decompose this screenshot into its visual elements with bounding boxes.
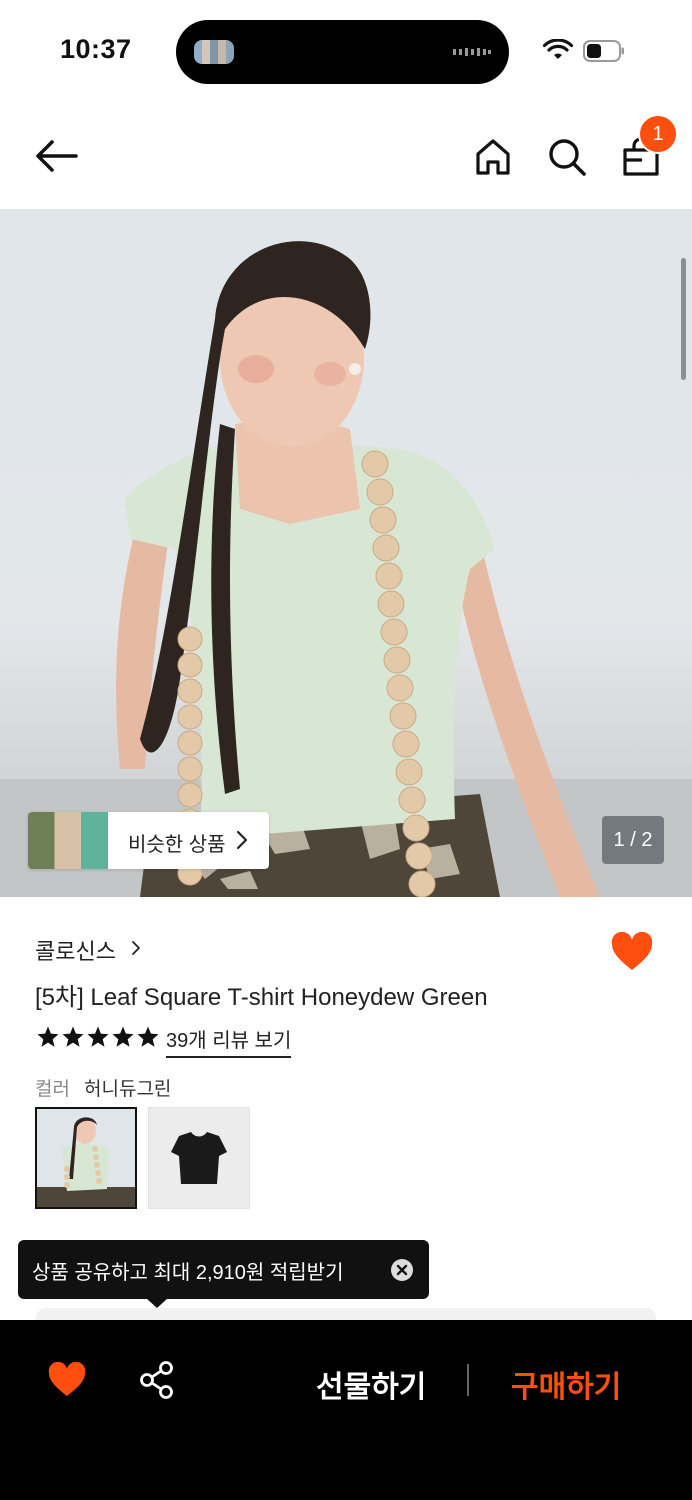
product-image[interactable] — [0, 209, 692, 897]
black-tshirt-image — [171, 1132, 227, 1184]
chevron-right-icon[interactable] — [131, 940, 141, 956]
back-arrow-icon[interactable] — [32, 136, 80, 176]
wifi-icon — [543, 39, 573, 59]
dynamic-island — [176, 20, 509, 84]
cart-count-badge[interactable]: 1 — [638, 114, 678, 154]
now-playing-thumbnail — [194, 40, 234, 64]
star-icon — [62, 1026, 84, 1047]
battery-icon — [583, 40, 624, 62]
tooltip-pointer — [146, 1298, 168, 1308]
color-option-black[interactable] — [148, 1107, 250, 1209]
search-icon[interactable] — [546, 136, 588, 178]
model-photo — [0, 241, 692, 897]
similar-products-label: 비슷한 상품 — [128, 834, 226, 856]
divider — [467, 1364, 469, 1396]
image-scrollbar[interactable] — [681, 258, 686, 380]
star-icon — [37, 1026, 59, 1047]
home-icon[interactable] — [472, 136, 514, 178]
share-reward-tooltip[interactable]: 상품 공유하고 최대 2,910원 적립받기 — [18, 1240, 429, 1299]
star-icon — [137, 1026, 159, 1047]
color-option-honeydew-green[interactable] — [35, 1107, 137, 1209]
star-icon — [87, 1026, 109, 1047]
rating-stars — [36, 1025, 160, 1049]
status-time: 10:37 — [60, 34, 132, 64]
buy-button[interactable]: 구매하기 — [511, 1362, 621, 1406]
tooltip-text: 상품 공유하고 최대 2,910원 적립받기 — [32, 1262, 344, 1284]
chevron-right-icon — [236, 830, 248, 850]
share-icon[interactable] — [138, 1360, 176, 1400]
color-value: 허니듀그린 — [84, 1079, 172, 1100]
wishlist-heart-icon[interactable] — [47, 1362, 87, 1398]
brand-name[interactable]: 콜로신스 — [35, 934, 116, 966]
image-page-indicator: 1 / 2 — [602, 816, 664, 864]
audio-wave-icon — [453, 48, 491, 56]
view-reviews-link[interactable]: 39개 리뷰 보기 — [166, 1024, 292, 1058]
product-title: [5차] Leaf Square T-shirt Honeydew Green — [35, 984, 488, 1011]
bottom-action-bar — [0, 1320, 692, 1500]
similar-products-button[interactable]: 비슷한 상품 — [28, 812, 269, 869]
similar-products-thumbnail — [28, 812, 108, 869]
star-icon — [112, 1026, 134, 1047]
wishlist-heart-icon[interactable] — [610, 932, 654, 972]
gift-button[interactable]: 선물하기 — [316, 1362, 426, 1406]
swatch-model-image — [37, 1117, 135, 1207]
color-label: 컬러 — [35, 1079, 70, 1100]
close-icon[interactable] — [390, 1258, 414, 1282]
